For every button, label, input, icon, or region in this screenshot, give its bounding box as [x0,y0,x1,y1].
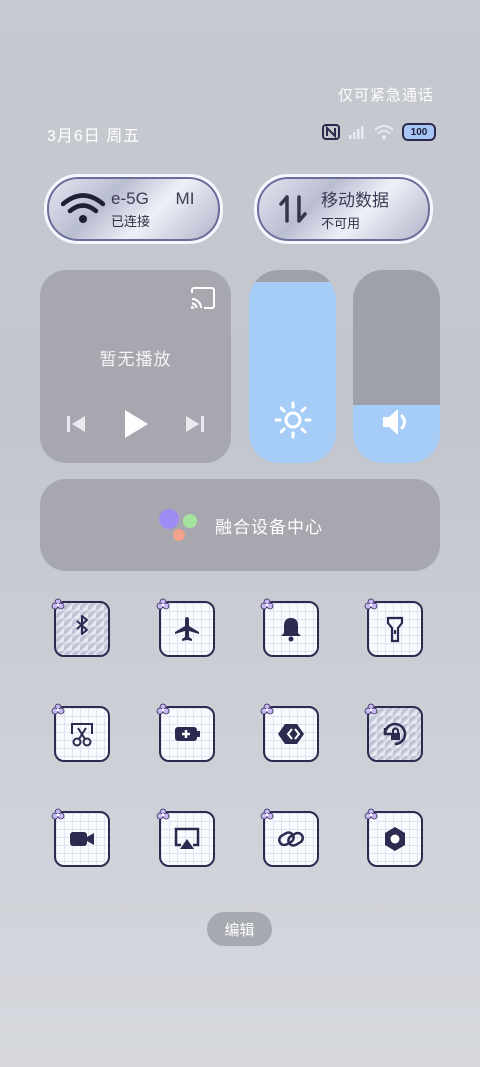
signal-icon [349,126,364,139]
fusion-label: 融合设备中心 [215,517,323,537]
emergency-call-text: 仅可紧急通话 [337,87,434,104]
bell-icon [281,618,301,642]
wifi-status: 已连接 [111,213,151,229]
flower-icon [156,598,170,610]
rotation-lock-icon [383,722,407,746]
flower-icon [260,808,274,820]
bluetooth-icon [76,615,88,635]
tile-airplane[interactable] [156,598,215,657]
data-transfer-icon [279,195,307,223]
nfc-icon [322,124,340,140]
link-icon [278,831,304,847]
fusion-dots-icon [159,509,197,541]
brightness-slider[interactable] [249,270,336,463]
flower-icon [260,703,274,715]
flower-icon [156,703,170,715]
brightness-icon [274,401,312,439]
date-text: 3月6日 周五 [47,128,141,145]
wifi-name: e-5G [111,188,149,208]
mobile-data-label: 移动数据 [321,191,389,210]
cast-icon[interactable] [190,287,216,309]
flashlight-icon [386,616,404,643]
flower-icon [364,703,378,715]
mobile-data-status: 不可用 [321,216,361,231]
shortcut-icon [278,724,304,744]
tile-screen-cast[interactable] [156,808,215,867]
tile-link[interactable] [260,808,319,867]
flower-icon [51,808,65,820]
volume-slider[interactable] [353,270,440,463]
wifi-icon [374,124,394,139]
edit-button[interactable]: 编辑 [207,912,272,946]
screenshot-icon [71,723,93,747]
tile-bell[interactable] [260,598,319,657]
next-icon[interactable] [185,415,205,433]
screen-cast-icon [174,827,200,849]
play-icon[interactable] [123,409,149,439]
previous-icon[interactable] [66,415,86,433]
wifi-icon [61,193,105,223]
flower-icon [156,808,170,820]
wifi-toggle[interactable]: e-5G MI 已连接 [44,174,223,244]
speaker-icon [383,409,406,435]
wifi-name-extra: MI [175,188,195,208]
media-empty-text: 暂无播放 [99,350,172,369]
flower-icon [364,598,378,610]
tile-bluetooth[interactable] [51,598,110,657]
battery-level-text: 100 [410,126,428,138]
mobile-data-toggle[interactable]: 移动数据 不可用 [254,174,433,244]
tile-video[interactable] [51,808,110,867]
tile-settings[interactable] [364,808,423,867]
flower-icon [51,598,65,610]
video-icon [70,832,94,846]
battery-icon: 100 [402,123,436,141]
tile-shortcut[interactable] [260,703,319,762]
status-bar: 100 [322,123,436,141]
tile-screenshot[interactable] [51,703,110,762]
battery-saver-icon [175,727,200,741]
airplane-icon [175,617,199,641]
tile-flashlight[interactable] [364,598,423,657]
media-card[interactable]: 暂无播放 [40,270,231,463]
fusion-device-center[interactable]: 融合设备中心 [40,479,440,571]
flower-icon [260,598,274,610]
flower-icon [51,703,65,715]
settings-icon [385,827,405,851]
tile-battery-saver[interactable] [156,703,215,762]
flower-icon [364,808,378,820]
tile-rotation-lock[interactable] [364,703,423,762]
